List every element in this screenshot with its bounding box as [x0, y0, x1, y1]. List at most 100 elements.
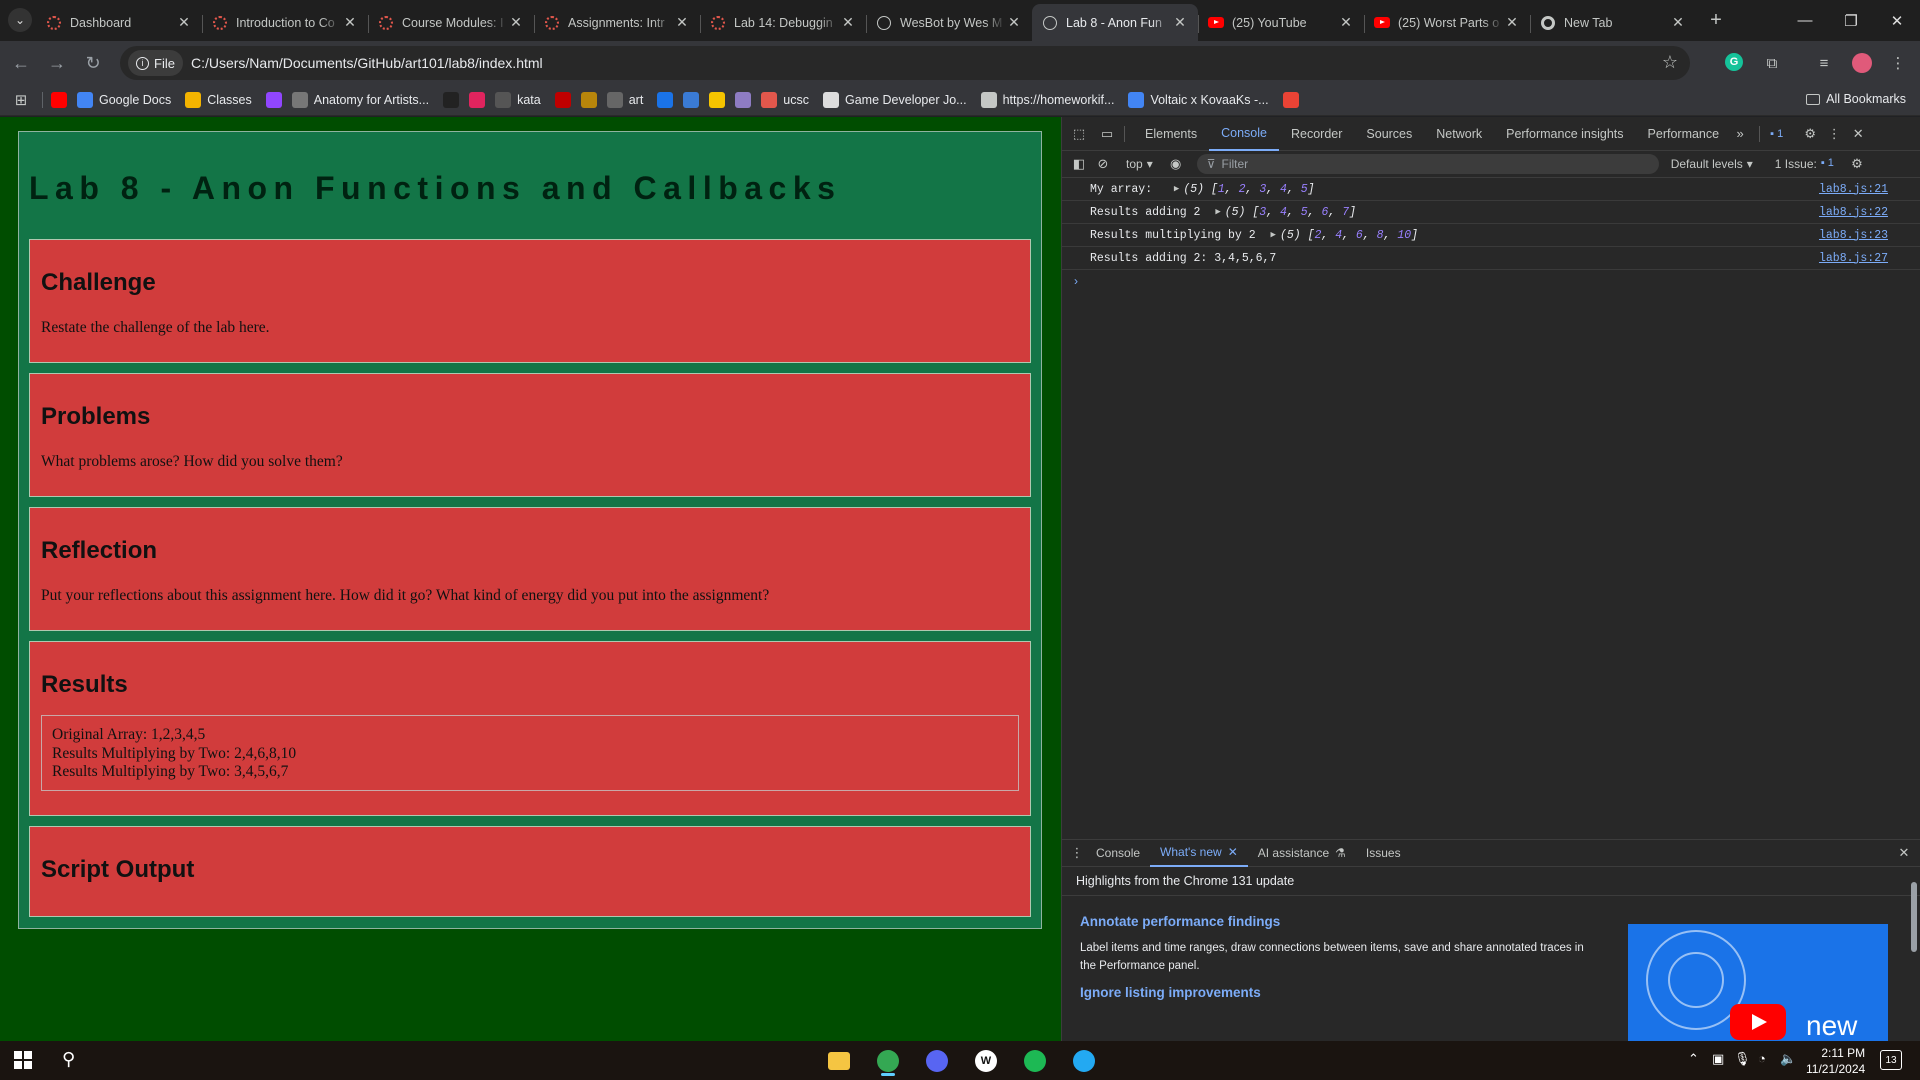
- drawer-menu-icon[interactable]: ⋮: [1068, 844, 1086, 862]
- drawer-scrollbar[interactable]: [1909, 872, 1919, 1038]
- back-button[interactable]: ←: [8, 50, 34, 76]
- devtools-menu-icon[interactable]: ⋮: [1825, 125, 1843, 143]
- close-tab-icon[interactable]: ✕: [1006, 14, 1022, 31]
- close-tab-icon[interactable]: ✕: [674, 14, 690, 31]
- browser-tab[interactable]: New Tab ✕: [1530, 4, 1696, 41]
- bookmark-item[interactable]: Anatomy for Artists...: [291, 91, 429, 108]
- windows-start-icon[interactable]: [14, 1051, 32, 1069]
- more-tabs-icon[interactable]: »: [1731, 125, 1749, 143]
- close-tab-icon[interactable]: ✕: [840, 14, 856, 31]
- bookmark-item[interactable]: [580, 91, 597, 108]
- close-tab-icon[interactable]: ✕: [1504, 14, 1520, 31]
- new-tab-button[interactable]: +: [1704, 8, 1728, 32]
- media-controls-icon[interactable]: ≡: [1814, 53, 1834, 73]
- sidebar-toggle-icon[interactable]: ◧: [1070, 155, 1088, 173]
- close-tab-icon[interactable]: ✕: [1670, 14, 1686, 31]
- chrome-taskbar-button[interactable]: [869, 1045, 907, 1076]
- devtools-tab-sources[interactable]: Sources: [1354, 117, 1424, 151]
- bookmark-item[interactable]: [683, 91, 700, 108]
- expand-arrow-icon[interactable]: ▶: [1271, 230, 1276, 240]
- close-tab-icon[interactable]: ✕: [1172, 14, 1188, 31]
- extensions-icon[interactable]: ⧉: [1762, 53, 1782, 73]
- devtools-tab-performance-insights[interactable]: Performance insights: [1494, 117, 1635, 151]
- console-prompt[interactable]: ›: [1062, 270, 1920, 292]
- console-message[interactable]: Results multiplying by 2 ▶ (5) [2, 4, 6, …: [1062, 224, 1920, 247]
- devtools-tab-elements[interactable]: Elements: [1133, 117, 1209, 151]
- browser-tab[interactable]: (25) Worst Parts o ✕: [1364, 4, 1530, 41]
- file-explorer-taskbar-button[interactable]: [820, 1045, 858, 1076]
- drawer-tab-what-s-new[interactable]: What's new ✕: [1150, 840, 1248, 867]
- close-devtools-icon[interactable]: ✕: [1849, 125, 1867, 143]
- message-badge[interactable]: ▪ 1: [1770, 128, 1783, 140]
- browser-tab[interactable]: (25) YouTube ✕: [1198, 4, 1364, 41]
- microphone-icon[interactable]: 🎙: [1734, 1051, 1751, 1067]
- close-tab-icon[interactable]: ✕: [508, 14, 524, 31]
- close-tab-icon[interactable]: ✕: [1338, 14, 1354, 31]
- grammarly-extension-icon[interactable]: G: [1725, 53, 1743, 71]
- devtools-tab-performance[interactable]: Performance: [1636, 117, 1732, 151]
- whats-new-video-thumbnail[interactable]: new: [1628, 924, 1888, 1042]
- close-tab-icon[interactable]: ✕: [342, 14, 358, 31]
- source-link[interactable]: lab8.js:23: [1819, 229, 1888, 242]
- address-bar[interactable]: i File C:/Users/Nam/Documents/GitHub/art…: [120, 46, 1690, 80]
- vscode-taskbar-button[interactable]: [1065, 1045, 1103, 1076]
- minimize-button[interactable]: —: [1782, 0, 1828, 41]
- bookmark-item[interactable]: Voltaic x KovaaKs -...: [1128, 91, 1269, 108]
- bookmark-item[interactable]: [1282, 91, 1299, 108]
- bookmark-item[interactable]: [657, 91, 674, 108]
- browser-tab[interactable]: Lab 8 - Anon Fun ✕: [1032, 4, 1198, 41]
- apps-grid-icon[interactable]: ⊞: [0, 91, 42, 109]
- volume-icon[interactable]: 🔈: [1780, 1051, 1796, 1067]
- camera-icon[interactable]: ▣: [1712, 1051, 1724, 1067]
- system-clock[interactable]: 2:11 PM 11/21/2024: [1806, 1045, 1865, 1077]
- device-toolbar-icon[interactable]: ▭: [1098, 125, 1116, 143]
- bookmark-item[interactable]: [554, 91, 571, 108]
- scrollbar-thumb[interactable]: [1911, 882, 1917, 952]
- browser-tab[interactable]: Lab 14: Debuggin ✕: [700, 4, 866, 41]
- discord-taskbar-button[interactable]: [918, 1045, 956, 1076]
- expand-arrow-icon[interactable]: ▶: [1174, 184, 1179, 194]
- restore-button[interactable]: ❐: [1828, 0, 1874, 41]
- bookmark-item[interactable]: [469, 91, 486, 108]
- console-message[interactable]: My array: ▶ (5) [1, 2, 3, 4, 5] lab8.js:21: [1062, 178, 1920, 201]
- bookmark-star-icon[interactable]: ☆: [1662, 52, 1678, 73]
- browser-tab[interactable]: Introduction to Co ✕: [202, 4, 368, 41]
- filter-input[interactable]: ⊽ Filter: [1196, 154, 1659, 174]
- bookmark-item[interactable]: [443, 91, 460, 108]
- profile-avatar[interactable]: [1852, 53, 1872, 73]
- clear-console-icon[interactable]: ⊘: [1094, 155, 1112, 173]
- browser-tab[interactable]: Course Modules: I ✕: [368, 4, 534, 41]
- wifi-icon[interactable]: ◔: [1758, 1051, 1766, 1066]
- browser-tab[interactable]: Dashboard ✕: [36, 4, 202, 41]
- source-link[interactable]: lab8.js:27: [1819, 252, 1888, 265]
- source-link[interactable]: lab8.js:21: [1819, 183, 1888, 196]
- tab-search-button[interactable]: ⌄: [8, 8, 32, 32]
- bookmark-item[interactable]: [735, 91, 752, 108]
- context-selector[interactable]: top ▾: [1126, 157, 1153, 171]
- notifications-icon[interactable]: 13: [1880, 1050, 1902, 1070]
- live-expression-eye-icon[interactable]: ◉: [1167, 155, 1185, 173]
- drawer-tab-console[interactable]: Console: [1086, 840, 1150, 867]
- console-message[interactable]: Results adding 2: 3,4,5,6,7 lab8.js:27: [1062, 247, 1920, 270]
- drawer-tab-ai-assistance[interactable]: AI assistance ⚗: [1248, 840, 1356, 867]
- wattpad-taskbar-button[interactable]: W: [967, 1045, 1005, 1076]
- devtools-tab-console[interactable]: Console: [1209, 117, 1279, 151]
- close-drawer-icon[interactable]: ✕: [1895, 844, 1913, 862]
- close-tab-icon[interactable]: ✕: [176, 14, 192, 31]
- source-link[interactable]: lab8.js:22: [1819, 206, 1888, 219]
- all-bookmarks-button[interactable]: All Bookmarks: [1806, 92, 1906, 106]
- bookmark-item[interactable]: Classes: [185, 91, 252, 108]
- browser-tab[interactable]: Assignments: Intr ✕: [534, 4, 700, 41]
- tray-overflow-icon[interactable]: ⌃: [1688, 1051, 1699, 1067]
- bookmark-item[interactable]: [709, 91, 726, 108]
- console-settings-icon[interactable]: ⚙: [1848, 155, 1866, 173]
- bookmark-item[interactable]: [51, 91, 67, 108]
- reload-button[interactable]: ↻: [80, 50, 106, 76]
- bookmark-item[interactable]: Google Docs: [77, 91, 171, 108]
- forward-button[interactable]: →: [44, 50, 70, 76]
- url-text[interactable]: C:/Users/Nam/Documents/GitHub/art101/lab…: [191, 55, 543, 71]
- bookmark-item[interactable]: ucsc: [761, 91, 809, 108]
- devtools-tab-recorder[interactable]: Recorder: [1279, 117, 1354, 151]
- bookmark-item[interactable]: https://homeworkif...: [980, 91, 1114, 108]
- spotify-taskbar-button[interactable]: [1016, 1045, 1054, 1076]
